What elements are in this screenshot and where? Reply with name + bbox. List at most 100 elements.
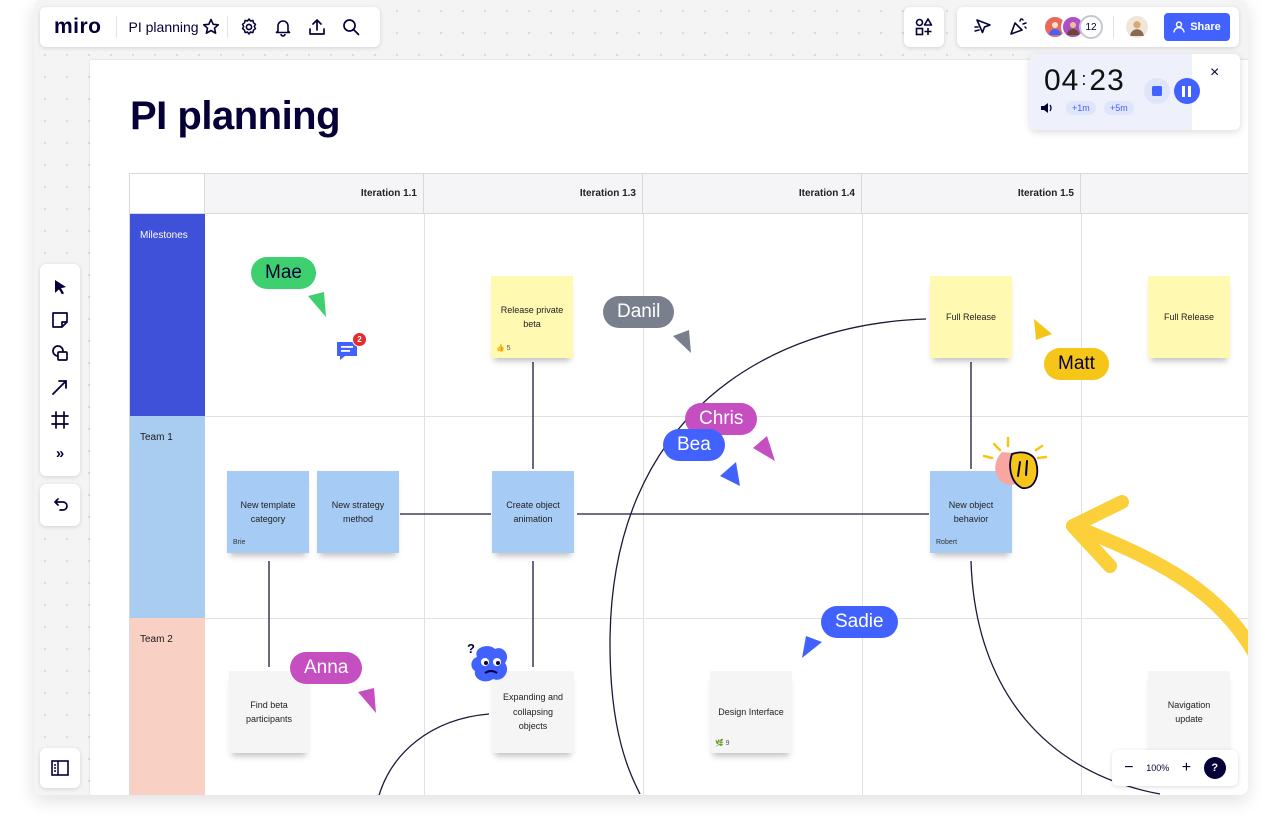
frame-tool-button[interactable]: [43, 403, 77, 436]
star-button[interactable]: [199, 10, 223, 44]
creation-toolbar: »: [40, 264, 80, 476]
apps-button[interactable]: [904, 7, 944, 47]
sticky-text: Find beta participants: [245, 699, 293, 724]
sticky-text: Navigation update: [1167, 699, 1211, 724]
share-label: Share: [1190, 21, 1221, 33]
sticky-text: New template category: [240, 499, 296, 524]
settings-button[interactable]: [232, 10, 266, 44]
volume-icon[interactable]: [1040, 101, 1054, 115]
current-user-avatar[interactable]: [1124, 14, 1150, 40]
svg-text:?: ?: [467, 641, 475, 656]
search-button[interactable]: [334, 10, 368, 44]
sticky-note[interactable]: New strategy method: [317, 471, 399, 553]
timer-body: 04:23 +1m +5m: [1030, 54, 1200, 130]
cursor-label: Danil: [603, 296, 675, 328]
reactions-button[interactable]: [1001, 10, 1035, 44]
cursor-arrow-icon: [753, 436, 775, 461]
reaction-count: 👍 5: [496, 344, 511, 352]
board-panel-button[interactable]: [40, 748, 80, 788]
sticky-note[interactable]: Full Release: [1148, 276, 1230, 358]
miro-logo[interactable]: miro: [54, 15, 102, 39]
sticky-note-icon: [52, 312, 68, 328]
notifications-button[interactable]: [266, 10, 300, 44]
zoom-controls: − 100% + ?: [1112, 750, 1238, 786]
cursor-label: Bea: [663, 429, 725, 461]
cursor-arrow-icon: [802, 636, 822, 658]
divider: [1113, 16, 1114, 38]
cursor-arrow-icon: [308, 292, 326, 317]
comment-badge: 2: [352, 332, 367, 347]
person-avatar-icon: [1130, 21, 1144, 36]
sticky-text: New strategy method: [331, 499, 385, 524]
cursor-label: Mae: [251, 257, 316, 289]
timer-minutes: 04: [1044, 64, 1080, 97]
more-tools-button[interactable]: »: [43, 437, 77, 470]
timer-separator: :: [1081, 69, 1088, 89]
sticky-note[interactable]: Create object animation: [492, 471, 574, 553]
cursor-label: Matt: [1044, 348, 1109, 380]
undo-icon: [54, 498, 68, 511]
stop-icon: [1152, 86, 1162, 96]
cursor-label: Anna: [290, 652, 363, 684]
clap-sticker-icon: [982, 436, 1048, 489]
board-toolbar: miro PI planning: [40, 7, 380, 47]
sticky-note[interactable]: Full Release: [930, 276, 1012, 358]
board-frame: PI planning Iteration 1.1 Iteration 1.3 …: [90, 60, 1248, 795]
yellow-arrow-drawing: [1066, 495, 1248, 656]
undo-panel: [40, 484, 80, 526]
add-1-minute-button[interactable]: +1m: [1066, 101, 1096, 115]
pointer-icon: [55, 279, 66, 295]
thinking-sticker-icon: ?: [467, 641, 508, 682]
cursor-follow-icon: [974, 19, 991, 34]
arrow-line-icon: [52, 379, 67, 395]
add-5-minutes-button[interactable]: +5m: [1104, 101, 1134, 115]
sticky-text: Full Release: [1163, 311, 1215, 322]
bell-icon: [275, 20, 290, 37]
close-timer-button[interactable]: ×: [1210, 64, 1219, 82]
sticky-note[interactable]: New template category Brie: [227, 471, 309, 553]
sticky-text: Expanding and collapsing objects: [502, 692, 564, 732]
party-popper-icon: [1010, 18, 1027, 35]
search-icon: [342, 19, 359, 36]
zoom-out-button[interactable]: −: [1124, 759, 1133, 777]
export-button[interactable]: [300, 10, 334, 44]
sticky-note[interactable]: Design Interface 🌿 9: [710, 671, 792, 753]
stop-button[interactable]: [1144, 78, 1170, 104]
select-tool-button[interactable]: [43, 270, 77, 303]
cursor-arrow-icon: [720, 462, 740, 486]
sticky-text: Release private beta: [500, 304, 564, 329]
collaboration-toolbar: 12 Share: [957, 7, 1239, 47]
cursors-button[interactable]: [967, 10, 1001, 44]
pause-button[interactable]: [1174, 78, 1200, 104]
sticky-note[interactable]: Release private beta 👍 5: [491, 276, 573, 358]
sticky-author: Robert: [936, 538, 958, 546]
sticky-text: Design Interface: [718, 706, 784, 717]
frame-title: PI planning: [130, 94, 341, 138]
shapes-apps-icon: [915, 18, 933, 36]
comment-thread[interactable]: 2: [335, 332, 367, 362]
sticky-note[interactable]: Find beta participants: [229, 671, 309, 753]
cursor-arrow-icon: [673, 330, 691, 353]
cursor-arrow-icon: [358, 688, 376, 713]
share-button[interactable]: Share: [1164, 13, 1230, 41]
help-button[interactable]: ?: [1203, 757, 1226, 779]
divider: [115, 16, 117, 38]
divider: [226, 16, 228, 38]
shapes-tool-button[interactable]: [43, 337, 77, 370]
zoom-in-button[interactable]: +: [1182, 759, 1191, 777]
participant-avatars[interactable]: 12: [1043, 15, 1103, 39]
connection-line-tool-button[interactable]: [43, 370, 77, 403]
frame-icon: [51, 411, 69, 429]
cursor-arrow-icon: [1034, 319, 1052, 340]
sticky-note[interactable]: Navigation update: [1148, 671, 1230, 753]
sticky-text: Create object animation: [506, 499, 560, 524]
undo-button[interactable]: [43, 488, 77, 522]
board-name[interactable]: PI planning: [129, 19, 199, 35]
timer-seconds: 23: [1089, 64, 1125, 97]
reaction-count: 🌿 9: [715, 739, 730, 747]
zoom-level[interactable]: 100%: [1146, 763, 1169, 773]
upload-icon: [308, 19, 325, 35]
user-icon: [1173, 21, 1185, 33]
sticky-note-tool-button[interactable]: [43, 303, 77, 336]
participant-count: 12: [1079, 15, 1103, 39]
